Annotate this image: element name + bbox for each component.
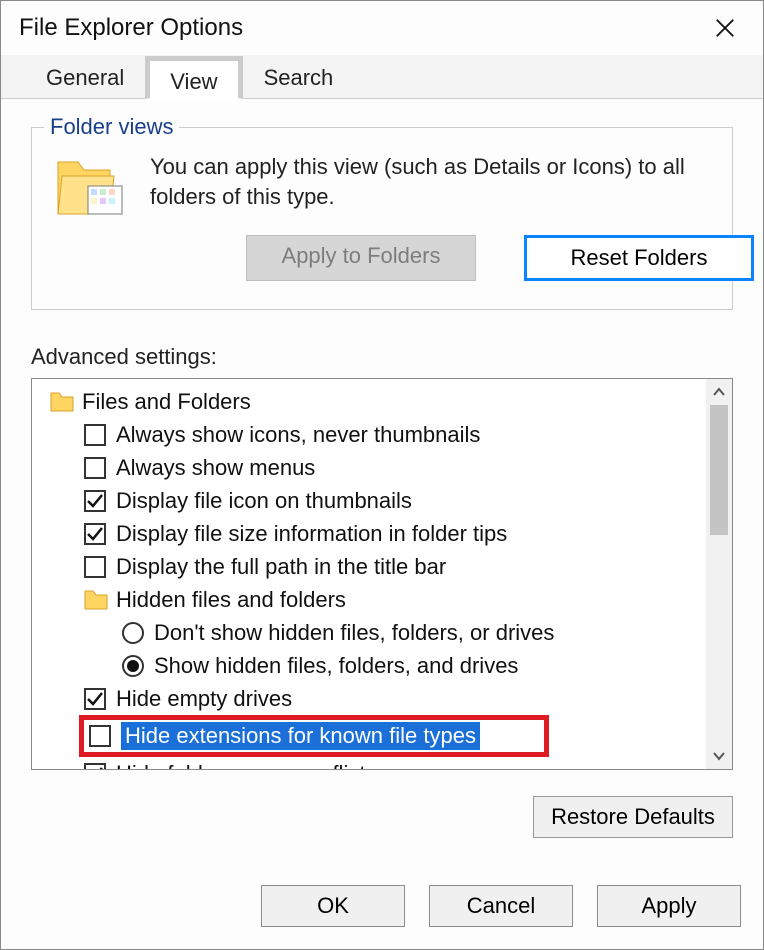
opt-label: Display the full path in the title bar: [116, 554, 446, 580]
opt-always-show-icons[interactable]: Always show icons, never thumbnails: [36, 418, 728, 451]
opt-dont-show-hidden[interactable]: Don't show hidden files, folders, or dri…: [36, 616, 728, 649]
folder-views-group: Folder views You: [31, 127, 733, 310]
opt-display-file-size-tips[interactable]: Display file size information in folder …: [36, 517, 728, 550]
scroll-thumb[interactable]: [710, 405, 728, 535]
close-icon: [714, 17, 736, 39]
restore-defaults-button[interactable]: Restore Defaults: [533, 796, 733, 838]
checkbox-icon[interactable]: [84, 556, 106, 578]
checkbox-icon[interactable]: [89, 725, 111, 747]
folder-icon: [84, 590, 108, 610]
view-tab-panel: Folder views You: [1, 99, 763, 858]
tab-general[interactable]: General: [25, 56, 145, 99]
opt-label: Hide empty drives: [116, 686, 292, 712]
tab-search[interactable]: Search: [243, 56, 355, 99]
opt-label: Always show icons, never thumbnails: [116, 422, 480, 448]
checkbox-icon[interactable]: [84, 490, 106, 512]
window-title: File Explorer Options: [19, 14, 243, 42]
checkbox-icon[interactable]: [84, 763, 106, 771]
advanced-settings-label: Advanced settings:: [31, 344, 733, 370]
folder-icon: [50, 392, 74, 412]
scroll-up-button[interactable]: [706, 379, 732, 405]
reset-folders-button[interactable]: Reset Folders: [524, 235, 754, 281]
folder-views-title: Folder views: [44, 114, 179, 140]
checkbox-icon[interactable]: [84, 424, 106, 446]
opt-always-show-menus[interactable]: Always show menus: [36, 451, 728, 484]
tabstrip: General View Search: [1, 55, 763, 99]
opt-label: Display file size information in folder …: [116, 521, 507, 547]
advanced-settings-listbox[interactable]: Files and Folders Always show icons, nev…: [31, 378, 733, 770]
opt-full-path-titlebar[interactable]: Display the full path in the title bar: [36, 550, 728, 583]
opt-label: Display file icon on thumbnails: [116, 488, 412, 514]
advanced-scrollbar[interactable]: [706, 379, 732, 769]
opt-label: Show hidden files, folders, and drives: [154, 653, 518, 679]
opt-label: Hide extensions for known file types: [121, 722, 480, 750]
folder-views-icon: [54, 152, 128, 222]
radio-icon[interactable]: [122, 655, 144, 677]
apply-button[interactable]: Apply: [597, 885, 741, 927]
opt-label: Hide folder merge conflicts: [116, 761, 376, 771]
radio-icon[interactable]: [122, 622, 144, 644]
opt-display-file-icon-thumb[interactable]: Display file icon on thumbnails: [36, 484, 728, 517]
tree-root-files-folders[interactable]: Files and Folders: [36, 385, 728, 418]
titlebar: File Explorer Options: [1, 1, 763, 55]
opt-label: Always show menus: [116, 455, 315, 481]
tab-view[interactable]: View: [145, 56, 242, 99]
opt-hide-folder-merge-conflicts[interactable]: Hide folder merge conflicts: [36, 757, 728, 770]
dialog-button-row: OK Cancel Apply: [261, 885, 741, 927]
opt-label: Hidden files and folders: [116, 587, 346, 613]
checkbox-icon[interactable]: [84, 523, 106, 545]
opt-hidden-files-folder-node[interactable]: Hidden files and folders: [36, 583, 728, 616]
scroll-down-button[interactable]: [706, 743, 732, 769]
apply-to-folders-button: Apply to Folders: [246, 235, 476, 281]
opt-hide-empty-drives[interactable]: Hide empty drives: [36, 682, 728, 715]
close-button[interactable]: [705, 8, 745, 48]
cancel-button[interactable]: Cancel: [429, 885, 573, 927]
opt-show-hidden[interactable]: Show hidden files, folders, and drives: [36, 649, 728, 682]
folder-views-description: You can apply this view (such as Details…: [150, 152, 754, 211]
checkbox-icon[interactable]: [84, 457, 106, 479]
file-explorer-options-window: File Explorer Options General View Searc…: [0, 0, 764, 950]
chevron-up-icon: [713, 386, 725, 398]
checkbox-icon[interactable]: [84, 688, 106, 710]
opt-hide-extensions[interactable]: Hide extensions for known file types: [79, 715, 549, 757]
ok-button[interactable]: OK: [261, 885, 405, 927]
opt-label: Don't show hidden files, folders, or dri…: [154, 620, 554, 646]
chevron-down-icon: [713, 750, 725, 762]
tree-root-label: Files and Folders: [82, 389, 251, 415]
